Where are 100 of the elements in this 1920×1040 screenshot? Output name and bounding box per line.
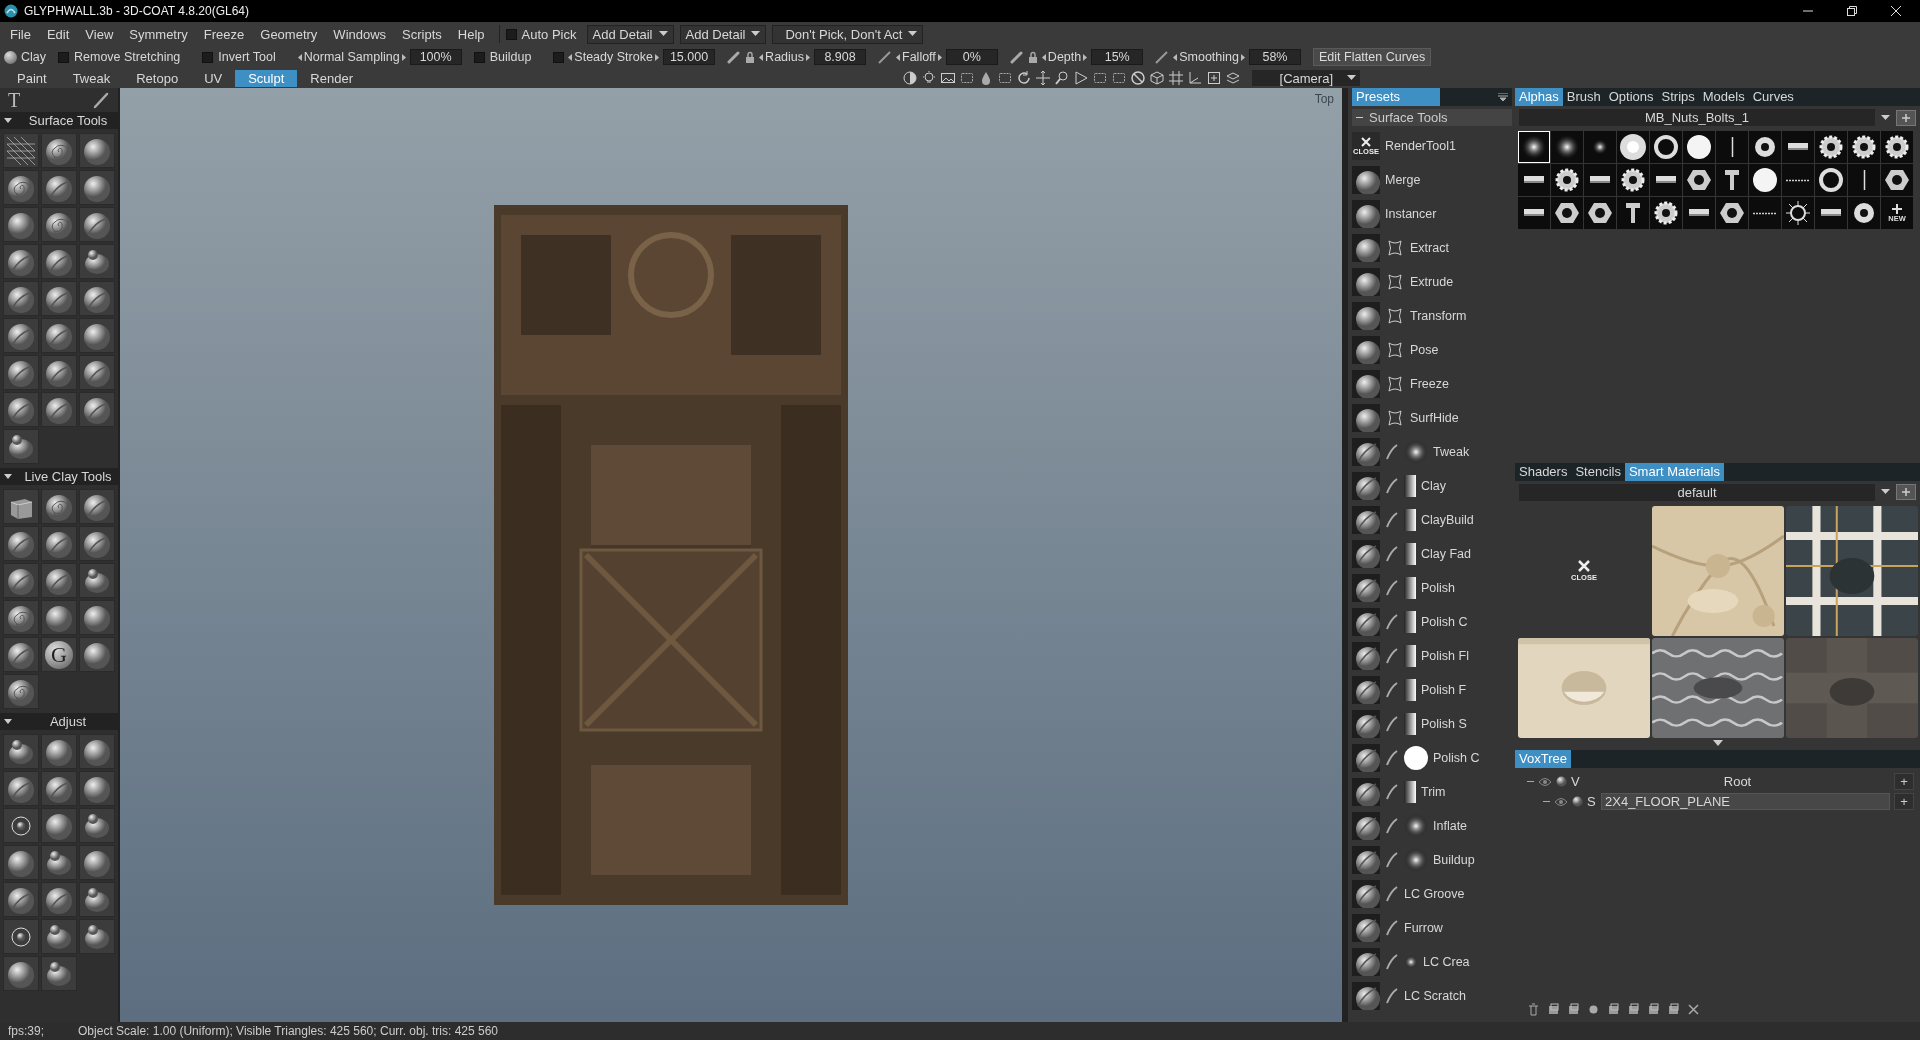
dropdown[interactable]: Add Detail	[679, 24, 767, 44]
alpha-thumbnail[interactable]	[1650, 164, 1682, 196]
viewport-tool-icon[interactable]	[958, 70, 975, 86]
alpha-thumbnail[interactable]	[1815, 197, 1847, 229]
panel-tab[interactable]: Brush	[1562, 88, 1605, 106]
tool-button[interactable]	[3, 244, 39, 279]
tool-button[interactable]	[41, 318, 77, 353]
checkbox[interactable]	[473, 51, 485, 63]
section-header[interactable]: Surface Tools	[0, 112, 118, 129]
panel-tab[interactable]: Alphas	[1515, 88, 1563, 106]
tool-button[interactable]	[79, 734, 115, 769]
add-button[interactable]: +	[1894, 773, 1914, 790]
layer-tool-icon[interactable]	[1627, 1003, 1640, 1016]
dropdown[interactable]: Add Detail	[586, 24, 674, 44]
value-field[interactable]: 15.000	[662, 49, 716, 65]
pen-icon[interactable]	[1155, 50, 1170, 64]
room-tab[interactable]: Tweak	[59, 69, 124, 87]
tool-button[interactable]	[3, 392, 39, 427]
alpha-thumbnail[interactable]	[1848, 164, 1880, 196]
sphere-icon[interactable]	[1572, 796, 1583, 807]
group-header[interactable]: Surface Tools	[1352, 109, 1512, 126]
tool-button[interactable]	[79, 207, 115, 242]
eye-icon[interactable]	[1538, 776, 1552, 787]
tool-button[interactable]	[41, 734, 77, 769]
alpha-thumbnail[interactable]	[1617, 197, 1649, 229]
alpha-thumbnail[interactable]	[1782, 164, 1814, 196]
menu-item[interactable]: Windows	[325, 26, 395, 42]
tool-button[interactable]	[41, 133, 77, 168]
tool-button[interactable]	[3, 919, 39, 954]
viewport-tool-icon[interactable]	[996, 70, 1013, 86]
lock-icon[interactable]	[1027, 50, 1038, 64]
value-field[interactable]: 58%	[1249, 49, 1301, 65]
preset-item[interactable]: LC Scratch	[1352, 979, 1512, 1013]
value-field[interactable]: 15%	[1091, 49, 1144, 65]
alpha-thumbnail[interactable]	[1881, 164, 1913, 196]
tool-button[interactable]	[41, 956, 77, 991]
preset-item[interactable]: Clay	[1352, 469, 1512, 503]
tool-button[interactable]	[41, 882, 77, 917]
layer-name[interactable]: 2X4_FLOOR_PLANE	[1601, 793, 1890, 810]
tool-button[interactable]	[79, 771, 115, 806]
preset-item[interactable]: Instancer	[1352, 197, 1512, 231]
alpha-thumbnail[interactable]	[1551, 197, 1583, 229]
preset-item[interactable]: Freeze	[1352, 367, 1512, 401]
alpha-thumbnail[interactable]	[1683, 131, 1715, 163]
tool-button[interactable]	[79, 563, 115, 598]
preset-item[interactable]: Polish C	[1352, 605, 1512, 639]
tool-button[interactable]	[79, 318, 115, 353]
caret-icon[interactable]	[1881, 114, 1890, 121]
tool-button[interactable]	[3, 771, 39, 806]
prohibited-icon[interactable]	[1129, 70, 1146, 86]
value-field[interactable]: 8.908	[814, 49, 867, 65]
checkbox[interactable]	[202, 51, 214, 63]
tool-button[interactable]	[3, 734, 39, 769]
alpha-thumbnail[interactable]	[1815, 131, 1847, 163]
viewport-tool-icon[interactable]	[1186, 70, 1203, 86]
alpha-thumbnail[interactable]	[1617, 164, 1649, 196]
alpha-thumbnail[interactable]	[1782, 197, 1814, 229]
brush-icon[interactable]	[92, 91, 110, 109]
alpha-thumbnail[interactable]	[1749, 131, 1781, 163]
alpha-thumbnail[interactable]	[1815, 164, 1847, 196]
preset-item[interactable]: ClayBuild	[1352, 503, 1512, 537]
tool-button[interactable]	[41, 244, 77, 279]
minus-icon[interactable]	[1543, 798, 1550, 805]
alpha-thumbnail[interactable]	[1584, 197, 1616, 229]
tool-button[interactable]	[41, 919, 77, 954]
panel-tab[interactable]: Curves	[1748, 88, 1798, 106]
tool-button[interactable]	[79, 808, 115, 843]
preset-item[interactable]: Pose	[1352, 333, 1512, 367]
layer-tool-icon[interactable]	[1607, 1003, 1620, 1016]
add-button[interactable]: +	[1894, 793, 1914, 810]
value-field[interactable]: 100%	[409, 49, 462, 65]
checkbox[interactable]	[553, 51, 565, 63]
move-icon[interactable]	[1034, 70, 1051, 86]
preset-item[interactable]: Polish F	[1352, 673, 1512, 707]
panel-menu-icon[interactable]	[1498, 93, 1508, 101]
room-tab[interactable]: Sculpt	[235, 69, 298, 87]
panel-tab[interactable]: Smart Materials	[1624, 462, 1724, 481]
preset-item[interactable]: Polish C	[1352, 741, 1512, 775]
alpha-thumbnail[interactable]	[1584, 164, 1616, 196]
tool-button[interactable]	[79, 845, 115, 880]
tool-button[interactable]	[3, 170, 39, 205]
menu-item[interactable]: Help	[449, 26, 493, 42]
checkbox[interactable]	[58, 51, 69, 63]
viewport-tool-icon[interactable]	[1224, 70, 1241, 86]
room-tab[interactable]: Paint	[4, 69, 60, 87]
sphere-icon[interactable]	[1556, 776, 1567, 787]
dropdown[interactable]: Don't Pick, Don't Act	[772, 24, 924, 44]
alpha-thumbnail[interactable]	[1650, 197, 1682, 229]
menu-item[interactable]: Scripts	[394, 26, 450, 42]
tool-button[interactable]	[3, 318, 39, 353]
alpha-thumbnail[interactable]	[1584, 131, 1616, 163]
slider-label[interactable]: Falloff	[896, 50, 942, 64]
grid-icon[interactable]	[1167, 70, 1184, 86]
section-header[interactable]: Live Clay Tools	[0, 468, 118, 485]
tool-button[interactable]	[41, 355, 77, 390]
alpha-thumbnail[interactable]	[1518, 197, 1550, 229]
value-field[interactable]: 0%	[945, 49, 998, 65]
pen-icon[interactable]	[878, 50, 893, 64]
tool-button[interactable]	[3, 808, 39, 843]
slider-label[interactable]: Radius	[759, 50, 811, 64]
